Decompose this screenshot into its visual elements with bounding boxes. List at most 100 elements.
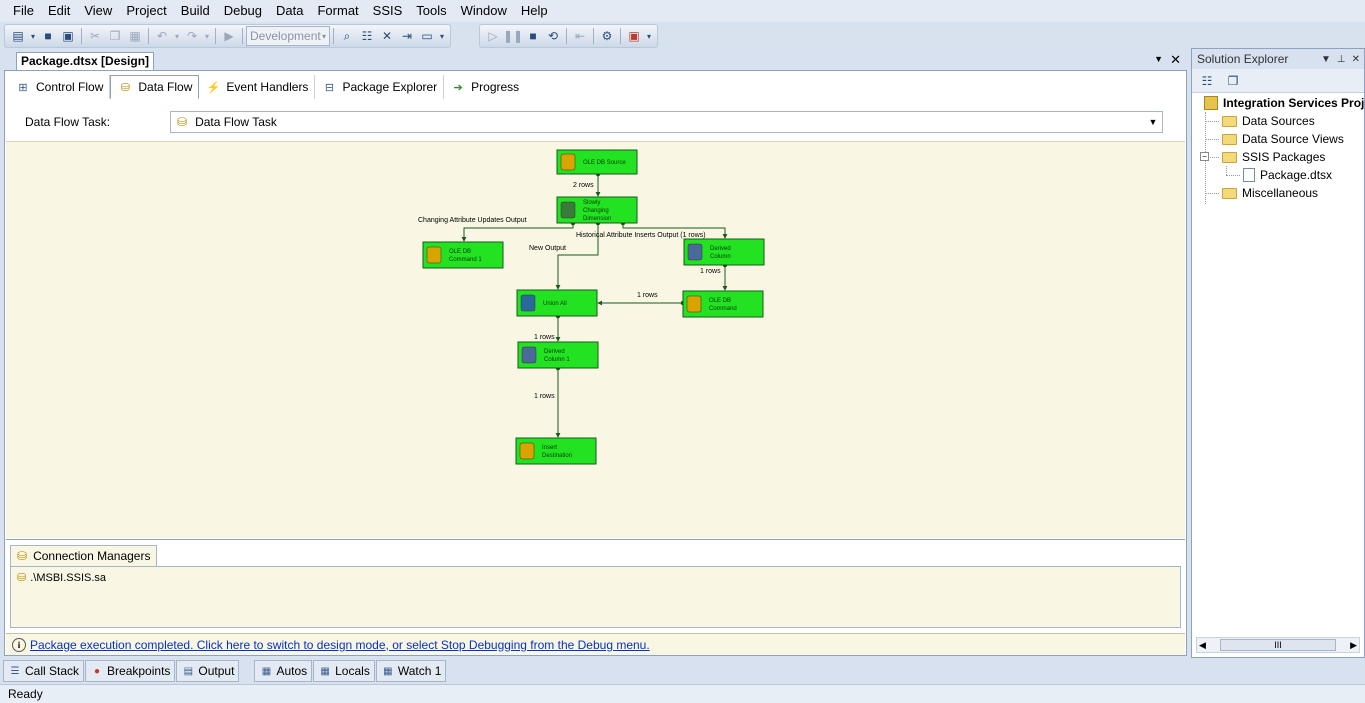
close-icon[interactable]: ✕ — [1170, 52, 1181, 68]
component-derived-column-1[interactable]: Derived Column 1 — [517, 341, 599, 369]
collapse-toggle-icon[interactable]: − — [1200, 152, 1209, 161]
pause-icon[interactable]: ❚❚ — [503, 26, 523, 46]
menu-data[interactable]: Data — [269, 0, 310, 22]
paste-icon[interactable]: ▦ — [125, 26, 145, 46]
tree-item-ssis-packages[interactable]: SSIS Packages — [1222, 148, 1325, 166]
stop-debugging-link[interactable]: Package execution completed. Click here … — [30, 638, 650, 652]
show-all-files-icon[interactable]: ❐ — [1224, 72, 1242, 90]
tree-item-miscellaneous[interactable]: Miscellaneous — [1222, 184, 1318, 202]
tab-label: Watch 1 — [397, 664, 442, 678]
path-changing-attribute[interactable] — [461, 223, 574, 242]
tool-window-tabs: ☰ Call Stack ● Breakpoints ▤ Output ▦ Au… — [0, 659, 1365, 683]
pin-icon[interactable]: ⊥ — [1337, 54, 1346, 65]
tab-label: Event Handlers — [226, 80, 309, 94]
tab-package-explorer[interactable]: ⊟ Package Explorer — [315, 75, 445, 99]
menu-project[interactable]: Project — [119, 0, 173, 22]
tree-item-data-source-views[interactable]: Data Source Views — [1222, 130, 1344, 148]
properties-icon[interactable]: ☷ — [1198, 72, 1216, 90]
cut-icon[interactable]: ✂ — [85, 26, 105, 46]
tab-locals[interactable]: ▦ Locals — [313, 660, 375, 682]
step-icon[interactable]: ⇤ — [570, 26, 590, 46]
tab-breakpoints[interactable]: ● Breakpoints — [85, 660, 176, 682]
menu-build[interactable]: Build — [174, 0, 217, 22]
ole-db-command-icon — [686, 295, 702, 313]
horizontal-scrollbar[interactable]: ◀ III ▶ — [1196, 637, 1360, 653]
tab-progress[interactable]: ➔ Progress — [444, 75, 525, 99]
dropdown-arrow-icon[interactable]: ▾ — [172, 26, 182, 46]
folder-icon — [1222, 187, 1237, 199]
continue-icon[interactable]: ▷ — [483, 26, 503, 46]
tab-control-flow[interactable]: ⊞ Control Flow — [9, 75, 111, 99]
component-slowly-changing-dimension[interactable]: Slowly Changing Dimension — [556, 196, 638, 224]
save-all-icon[interactable]: ▣ — [58, 26, 78, 46]
tab-data-flow[interactable]: ⛁ Data Flow — [110, 75, 200, 99]
component-ole-db-command-1[interactable]: OLE DB Command 1 — [422, 241, 504, 269]
stop-icon[interactable]: ■ — [523, 26, 543, 46]
scrollbar-thumb[interactable]: III — [1220, 639, 1336, 651]
menu-ssis[interactable]: SSIS — [366, 0, 410, 22]
component-derived-column[interactable]: Derived Column — [683, 238, 765, 266]
component-ole-db-command[interactable]: OLE DB Command — [682, 290, 764, 318]
dropdown-arrow-icon[interactable]: ▾ — [28, 26, 38, 46]
connection-manager-item[interactable]: ⛁ .\MSBI.SSIS.sa — [17, 571, 1174, 585]
dropdown-arrow-icon[interactable]: ▾ — [644, 26, 654, 46]
menu-view[interactable]: View — [77, 0, 119, 22]
tree-item-project[interactable]: Integration Services Project — [1204, 94, 1364, 112]
menu-window[interactable]: Window — [454, 0, 514, 22]
menu-tools[interactable]: Tools — [409, 0, 453, 22]
scroll-left-icon[interactable]: ◀ — [1199, 640, 1206, 651]
component-ole-db-source[interactable]: OLE DB Source — [556, 149, 638, 175]
data-flow-canvas[interactable]: 2 rows Changing Attribute Updates Output N… — [6, 141, 1185, 538]
open-folder-icon — [1222, 151, 1237, 163]
object-browser-icon[interactable]: ⇥ — [397, 26, 417, 46]
restart-icon[interactable]: ⟲ — [543, 26, 563, 46]
menu-file[interactable]: File — [6, 0, 41, 22]
tab-label: Package Explorer — [342, 80, 438, 94]
scroll-right-icon[interactable]: ▶ — [1350, 640, 1357, 651]
document-list-dropdown-icon[interactable]: ▼ — [1154, 54, 1163, 64]
toolbox-icon[interactable]: ✕ — [377, 26, 397, 46]
menu-format[interactable]: Format — [310, 0, 365, 22]
toolbar-separator — [81, 28, 82, 44]
component-union-all[interactable]: Union All — [516, 289, 598, 317]
tree-connector — [1226, 166, 1227, 175]
slowly-changing-dimension-icon — [560, 201, 576, 219]
data-flow-task-select[interactable]: ⛁ Data Flow Task ▼ — [170, 111, 1163, 133]
windows-icon[interactable]: ▣ — [624, 26, 644, 46]
tab-call-stack[interactable]: ☰ Call Stack — [3, 660, 85, 682]
data-flow-task-row: Data Flow Task: ⛁ Data Flow Task ▼ — [25, 111, 1185, 133]
toolbar-separator — [333, 28, 334, 44]
window-position-dropdown-icon[interactable]: ▼ — [1321, 54, 1331, 65]
undo-icon[interactable]: ↶ — [152, 26, 172, 46]
dropdown-arrow-icon[interactable]: ▾ — [202, 26, 212, 46]
connection-managers-list[interactable]: ⛁ .\MSBI.SSIS.sa — [10, 566, 1181, 628]
derived-column-icon — [687, 243, 703, 261]
redo-icon[interactable]: ↷ — [182, 26, 202, 46]
tree-item-data-sources[interactable]: Data Sources — [1222, 112, 1315, 130]
start-debugging-icon[interactable]: ▶ — [219, 26, 239, 46]
tab-event-handlers[interactable]: ⚡ Event Handlers — [199, 75, 316, 99]
tree-item-package-dtsx[interactable]: Package.dtsx — [1243, 166, 1332, 184]
dropdown-arrow-icon[interactable]: ▾ — [437, 26, 447, 46]
menu-help[interactable]: Help — [514, 0, 555, 22]
solution-configuration-select[interactable]: Development ▾ — [246, 26, 330, 46]
tab-label: Output — [198, 664, 235, 678]
copy-icon[interactable]: ❐ — [105, 26, 125, 46]
properties-icon[interactable]: ☷ — [357, 26, 377, 46]
path-label-new-output: New Output — [529, 245, 566, 252]
menu-edit[interactable]: Edit — [41, 0, 77, 22]
toolbar-separator — [566, 28, 567, 44]
find-in-files-icon[interactable]: ⌕ — [337, 26, 357, 46]
tab-output[interactable]: ▤ Output — [176, 660, 240, 682]
menu-debug[interactable]: Debug — [217, 0, 269, 22]
connection-managers-tab[interactable]: ⛁ Connection Managers — [10, 545, 158, 566]
component-insert-destination[interactable]: Insert Destination — [515, 437, 597, 465]
breakpoint-tools-icon[interactable]: ⚙ — [597, 26, 617, 46]
window-layout-icon[interactable]: ▭ — [417, 26, 437, 46]
document-tab[interactable]: Package.dtsx [Design] — [16, 52, 155, 70]
tab-autos[interactable]: ▦ Autos — [254, 660, 313, 682]
new-project-icon[interactable]: ▤ — [8, 26, 28, 46]
tab-watch-1[interactable]: ▦ Watch 1 — [375, 660, 447, 682]
save-icon[interactable]: ■ — [38, 26, 58, 46]
close-icon[interactable]: ✕ — [1352, 54, 1360, 65]
